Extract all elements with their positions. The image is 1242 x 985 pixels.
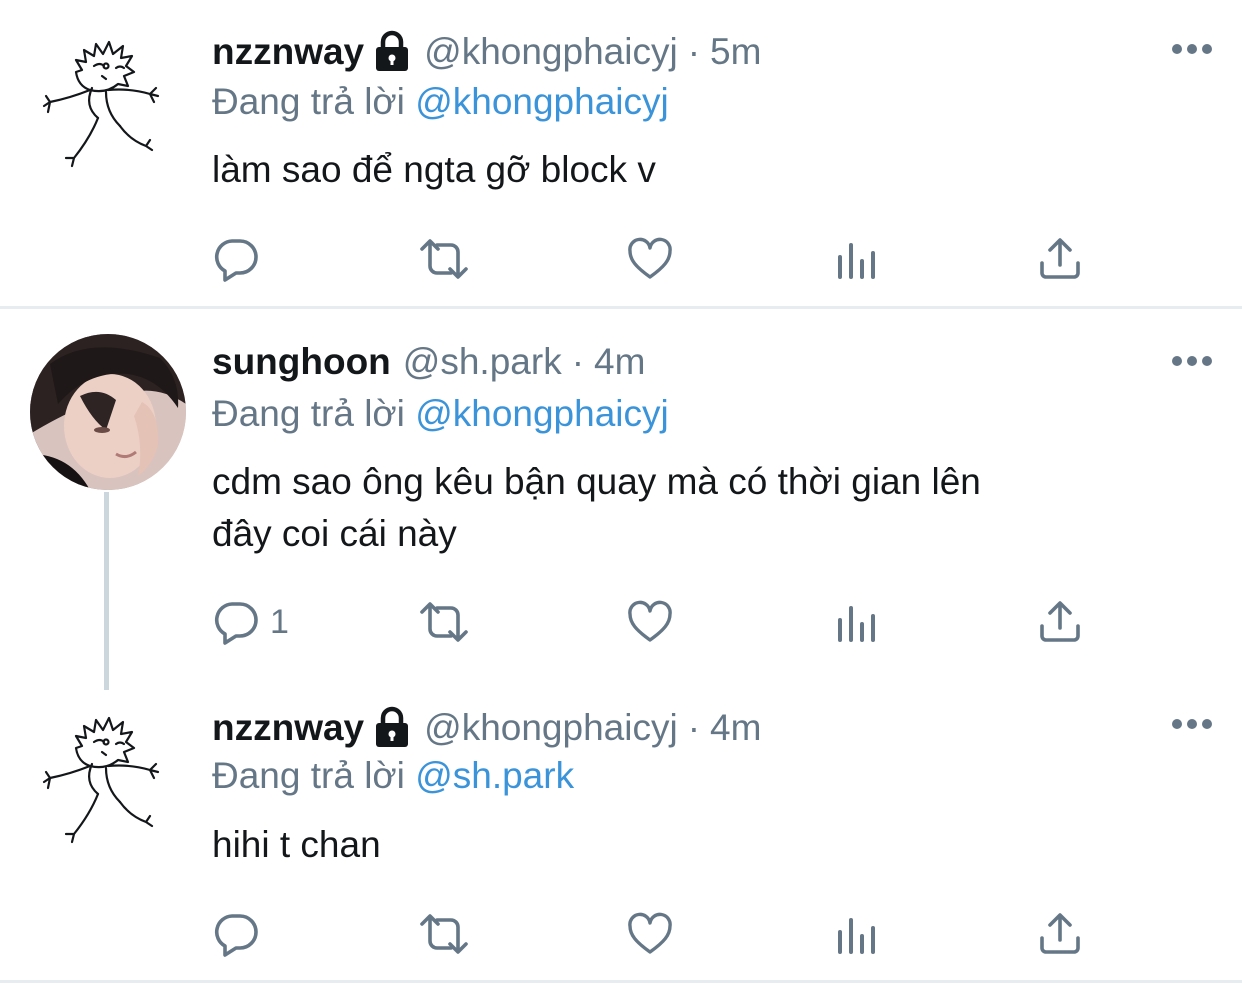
tweet-text: hihi t chan bbox=[212, 824, 381, 865]
reply-count: 1 bbox=[270, 602, 289, 641]
timestamp[interactable]: 5m bbox=[710, 30, 761, 74]
retweet-button[interactable] bbox=[414, 597, 474, 647]
retweet-icon bbox=[414, 598, 474, 646]
mention-link[interactable]: @khongphaicyj bbox=[415, 393, 669, 434]
display-name[interactable]: sunghoon bbox=[212, 340, 391, 384]
user-handle[interactable]: @khongphaicyj bbox=[424, 706, 678, 750]
separator: · bbox=[571, 341, 585, 382]
replying-to: Đang trả lời @sh.park bbox=[212, 754, 574, 798]
analytics-button[interactable] bbox=[832, 597, 880, 647]
display-name[interactable]: nzznway bbox=[212, 706, 364, 750]
more-options-icon[interactable] bbox=[1172, 356, 1212, 366]
share-button[interactable] bbox=[1036, 234, 1084, 284]
avatar[interactable] bbox=[24, 18, 184, 178]
separator: · bbox=[687, 707, 701, 748]
avatar[interactable] bbox=[24, 694, 184, 854]
retweet-icon bbox=[414, 235, 474, 283]
reply-button[interactable] bbox=[212, 909, 260, 959]
separator: · bbox=[687, 31, 701, 72]
reply-button[interactable]: 1 bbox=[212, 597, 289, 647]
retweet-button[interactable] bbox=[414, 234, 474, 284]
bar-chart-icon bbox=[832, 235, 880, 283]
lock-icon bbox=[372, 30, 412, 74]
tweet-header: nzznway @khongphaicyj · 5m bbox=[212, 30, 761, 74]
user-handle[interactable]: @sh.park bbox=[403, 340, 562, 384]
replying-to: Đang trả lời @khongphaicyj bbox=[212, 80, 669, 124]
speech-bubble-icon bbox=[212, 598, 260, 646]
retweet-icon bbox=[414, 910, 474, 958]
action-bar: 1 bbox=[212, 597, 1112, 647]
replying-to: Đang trả lời @khongphaicyj bbox=[212, 392, 669, 436]
mention-link[interactable]: @khongphaicyj bbox=[415, 81, 669, 122]
mention-link[interactable]: @sh.park bbox=[415, 755, 574, 796]
action-bar bbox=[212, 909, 1112, 959]
timestamp[interactable]: 4m bbox=[710, 706, 761, 750]
retweet-button[interactable] bbox=[414, 909, 474, 959]
replying-prefix: Đang trả lời bbox=[212, 755, 405, 796]
share-button[interactable] bbox=[1036, 597, 1084, 647]
like-button[interactable] bbox=[626, 909, 674, 959]
more-options-icon[interactable] bbox=[1172, 719, 1212, 729]
lock-icon bbox=[372, 706, 412, 750]
speech-bubble-icon bbox=[212, 235, 260, 283]
bar-chart-icon bbox=[832, 910, 880, 958]
tweet-text-line: đây coi cái này bbox=[212, 513, 457, 554]
timestamp[interactable]: 4m bbox=[594, 340, 645, 384]
share-upload-icon bbox=[1036, 598, 1084, 646]
like-button[interactable] bbox=[626, 234, 674, 284]
tweet-text: làm sao để ngta gỡ block v bbox=[212, 149, 656, 190]
display-name[interactable]: nzznway bbox=[212, 30, 364, 74]
bar-chart-icon bbox=[832, 598, 880, 646]
like-button[interactable] bbox=[626, 597, 674, 647]
tweet-text: cdm sao ông kêu bận quay mà có thời gian… bbox=[212, 456, 1172, 560]
heart-icon bbox=[626, 235, 674, 283]
analytics-button[interactable] bbox=[832, 234, 880, 284]
heart-icon bbox=[626, 910, 674, 958]
user-handle[interactable]: @khongphaicyj bbox=[424, 30, 678, 74]
action-bar bbox=[212, 234, 1112, 284]
reply-button[interactable] bbox=[212, 234, 260, 284]
avatar[interactable] bbox=[30, 334, 186, 490]
heart-icon bbox=[626, 598, 674, 646]
tweet-header: sunghoon @sh.park · 4m bbox=[212, 340, 645, 384]
replying-prefix: Đang trả lời bbox=[212, 81, 405, 122]
share-upload-icon bbox=[1036, 910, 1084, 958]
tweet-text-line: cdm sao ông kêu bận quay mà có thời gian… bbox=[212, 461, 981, 502]
analytics-button[interactable] bbox=[832, 909, 880, 959]
share-upload-icon bbox=[1036, 235, 1084, 283]
replying-prefix: Đang trả lời bbox=[212, 393, 405, 434]
speech-bubble-icon bbox=[212, 910, 260, 958]
divider bbox=[0, 980, 1242, 983]
tweet-header: nzznway @khongphaicyj · 4m bbox=[212, 706, 761, 750]
more-options-icon[interactable] bbox=[1172, 44, 1212, 54]
profile-photo bbox=[30, 334, 186, 490]
share-button[interactable] bbox=[1036, 909, 1084, 959]
divider bbox=[0, 306, 1242, 309]
thread-connector bbox=[104, 492, 109, 690]
